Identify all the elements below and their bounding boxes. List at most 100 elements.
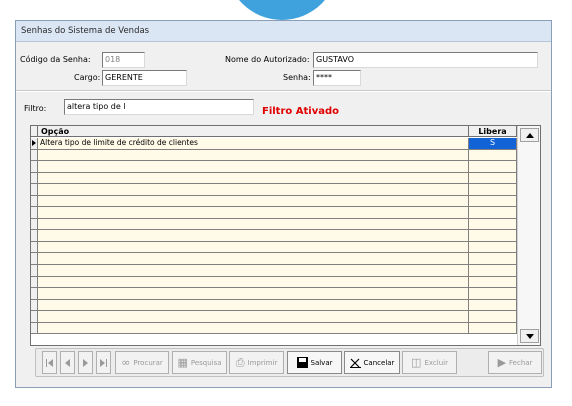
grid-scrollbar[interactable] — [517, 126, 540, 345]
scroll-up-button[interactable] — [520, 128, 539, 142]
senha-label: Senha: — [283, 73, 311, 82]
header-indicator-cell — [31, 126, 38, 137]
last-record-button[interactable] — [96, 351, 111, 374]
cell-libera[interactable] — [468, 299, 517, 311]
fechar-label: Fechar — [509, 358, 533, 367]
next-record-icon — [83, 358, 88, 367]
empty-row[interactable] — [31, 299, 517, 312]
save-floppy-icon — [296, 357, 308, 368]
row-indicator — [31, 172, 38, 184]
cell-libera[interactable] — [468, 241, 517, 253]
filter-label: Filtro: — [24, 104, 47, 113]
grid-rows: Altera tipo de limite de crédito de clie… — [31, 138, 517, 335]
cancelar-button[interactable]: Cancelar — [344, 351, 400, 374]
procurar-button[interactable]: ∞ Procurar — [115, 351, 169, 374]
cell-libera[interactable]: S — [468, 138, 517, 149]
filter-input[interactable]: altera tipo de l — [64, 99, 254, 115]
empty-row[interactable] — [31, 172, 517, 185]
cell-libera[interactable] — [468, 149, 517, 161]
empty-row[interactable] — [31, 322, 517, 335]
table-row[interactable]: Altera tipo de limite de crédito de clie… — [31, 138, 517, 150]
fechar-button[interactable]: ▶ Fechar — [488, 351, 542, 374]
row-indicator — [31, 218, 38, 230]
printer-icon: ⎙ — [235, 356, 245, 369]
empty-row[interactable] — [31, 218, 517, 231]
scroll-down-icon — [526, 334, 534, 339]
options-grid[interactable]: Opção Libera Altera tipo de limite de cr… — [30, 125, 541, 346]
empty-row[interactable] — [31, 184, 517, 196]
empty-row[interactable] — [31, 149, 517, 162]
binoculars-icon: ∞ — [121, 356, 131, 369]
column-header-libera: Libera — [478, 127, 507, 136]
empty-row[interactable] — [31, 195, 517, 208]
empty-row[interactable] — [31, 265, 517, 277]
prior-record-icon — [65, 358, 70, 367]
next-record-button[interactable] — [78, 351, 93, 374]
cell-libera[interactable] — [468, 184, 517, 195]
autorizado-field[interactable]: GUSTAVO — [313, 52, 538, 68]
cell-libera[interactable] — [468, 322, 517, 334]
scroll-up-icon — [526, 133, 534, 138]
row-indicator — [31, 288, 38, 299]
exit-door-icon: ▶ — [497, 356, 507, 369]
first-record-icon — [46, 358, 53, 367]
row-indicator — [31, 276, 38, 288]
cell-libera[interactable] — [468, 195, 517, 207]
codigo-field[interactable]: 018 — [102, 52, 145, 68]
cancelar-label: Cancelar — [363, 358, 395, 367]
imprimir-button[interactable]: ⎙ Imprimir — [229, 351, 284, 374]
row-indicator — [31, 322, 38, 334]
salvar-button[interactable]: Salvar — [287, 351, 342, 374]
first-record-button[interactable] — [42, 351, 57, 374]
empty-row[interactable] — [31, 288, 517, 300]
record-toolbar: ∞ Procurar ▦ Pesquisa ⎙ Imprimir Salvar … — [35, 348, 544, 377]
cancel-x-icon — [349, 358, 361, 368]
password-window: Senhas do Sistema de Vendas Código da Se… — [15, 20, 552, 388]
empty-row[interactable] — [31, 207, 517, 219]
cell-libera[interactable] — [468, 218, 517, 230]
trash-icon: ◫ — [411, 356, 422, 369]
column-header-opcao[interactable]: Opção — [41, 126, 69, 137]
row-indicator — [31, 299, 38, 311]
empty-row[interactable] — [31, 161, 517, 173]
cargo-label: Cargo: — [74, 73, 101, 82]
cell-libera[interactable] — [468, 161, 517, 172]
cell-libera[interactable] — [468, 253, 517, 265]
empty-row[interactable] — [31, 311, 517, 323]
row-indicator — [31, 161, 38, 172]
codigo-label: Código da Senha: — [20, 55, 91, 64]
row-indicator — [31, 138, 38, 149]
procurar-label: Procurar — [133, 358, 163, 367]
row-indicator — [31, 184, 38, 195]
autorizado-label: Nome do Autorizado: — [225, 55, 310, 64]
row-indicator — [31, 230, 38, 241]
background-circle-decoration — [226, 0, 338, 20]
excluir-button[interactable]: ◫ Excluir — [402, 351, 457, 374]
empty-row[interactable] — [31, 253, 517, 266]
pesquisa-button[interactable]: ▦ Pesquisa — [172, 351, 227, 374]
grid-search-icon: ▦ — [177, 356, 188, 369]
prior-record-button[interactable] — [60, 351, 75, 374]
last-record-icon — [100, 358, 107, 367]
cell-libera[interactable] — [468, 288, 517, 299]
cell-opcao[interactable]: Altera tipo de limite de crédito de clie… — [40, 138, 198, 148]
senha-field[interactable]: **** — [313, 70, 361, 86]
empty-row[interactable] — [31, 241, 517, 254]
scroll-down-button[interactable] — [520, 329, 539, 343]
current-row-arrow-icon — [32, 140, 36, 146]
cell-libera[interactable] — [468, 276, 517, 288]
cell-libera[interactable] — [468, 207, 517, 218]
empty-row[interactable] — [31, 276, 517, 289]
cell-libera[interactable] — [468, 311, 517, 322]
cell-libera[interactable] — [468, 230, 517, 241]
cell-libera[interactable] — [468, 172, 517, 184]
empty-row[interactable] — [31, 230, 517, 242]
row-indicator — [31, 253, 38, 265]
cargo-field[interactable]: GERENTE — [102, 70, 187, 86]
cell-libera[interactable] — [468, 265, 517, 276]
column-header-libera-cell[interactable]: Libera — [468, 126, 517, 137]
row-indicator — [31, 265, 38, 276]
row-indicator — [31, 311, 38, 322]
row-indicator — [31, 241, 38, 253]
pesquisa-label: Pesquisa — [190, 358, 222, 367]
